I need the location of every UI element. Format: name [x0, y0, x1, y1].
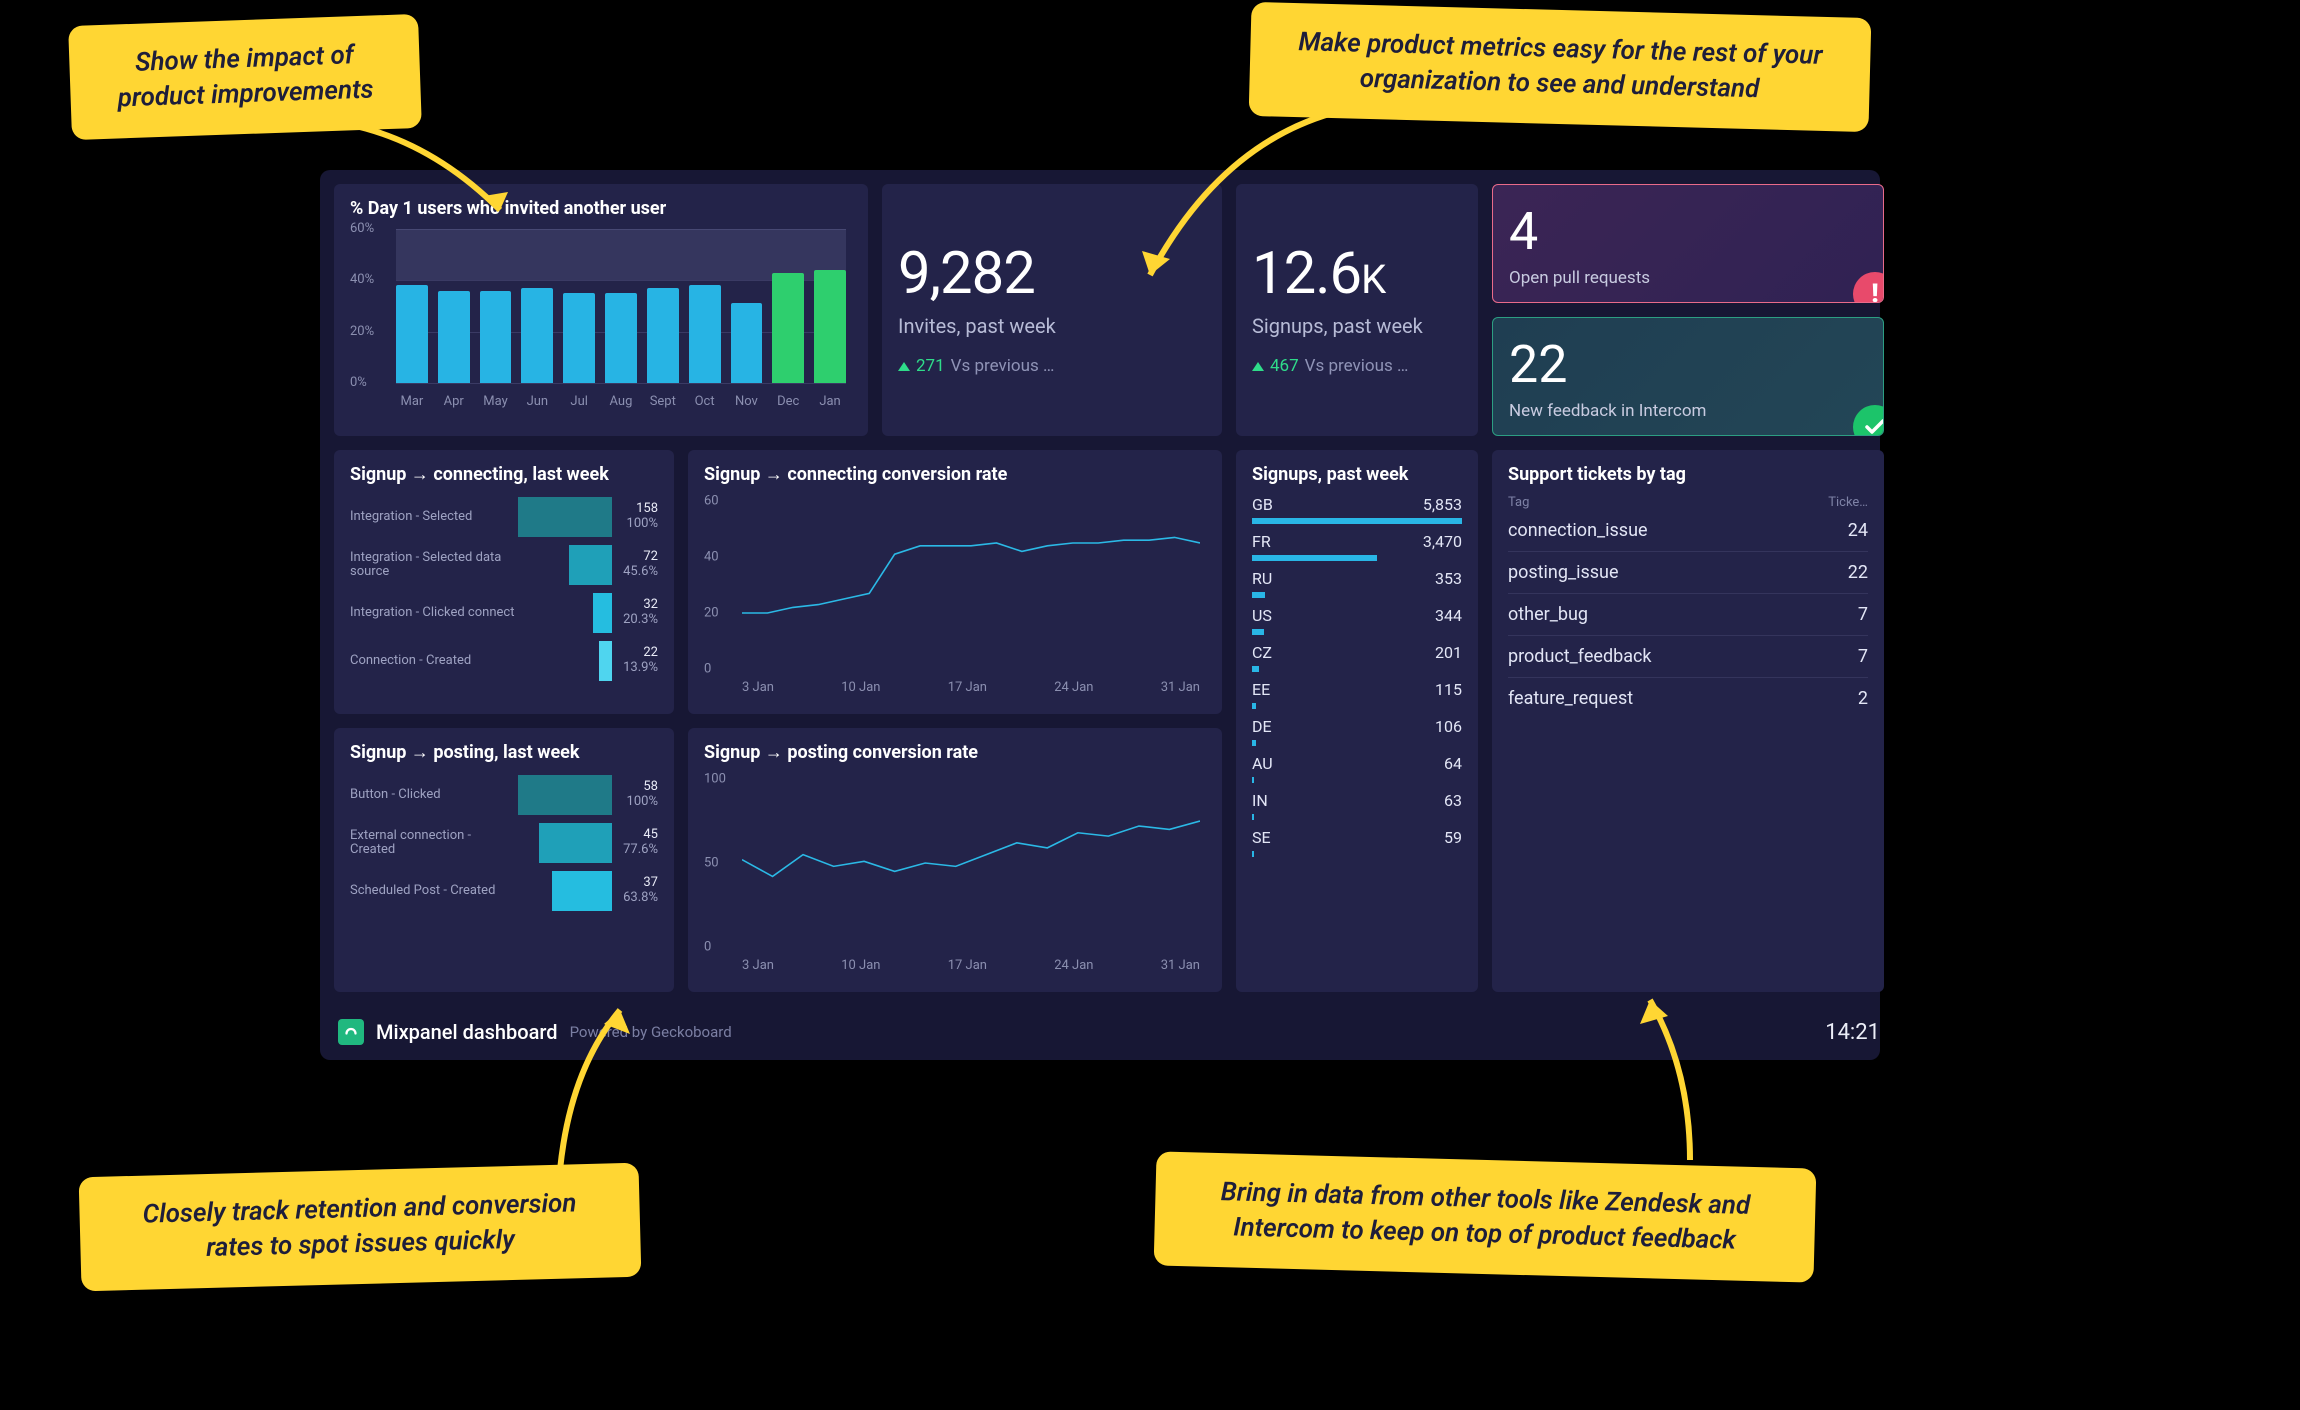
bar: [814, 270, 846, 383]
bar: [731, 303, 763, 383]
funnel-row: Integration - Selected 158100%: [350, 495, 658, 539]
country-row: IN63: [1252, 791, 1462, 820]
table-row: posting_issue22: [1508, 551, 1868, 593]
bar: [563, 293, 595, 383]
big-label: New feedback in Intercom: [1509, 401, 1867, 421]
country-row: US344: [1252, 606, 1462, 635]
big-label: Open pull requests: [1509, 268, 1867, 288]
funnel-row: Button - Clicked 58100%: [350, 773, 658, 817]
col-tag: Tag: [1508, 495, 1529, 510]
widget-title: Signup → connecting conversion rate: [704, 464, 1206, 485]
callout-bottom-left: Closely track retention and conversion r…: [79, 1163, 642, 1292]
kpi-delta-suffix: Vs previous …: [951, 356, 1055, 376]
country-row: SE59: [1252, 828, 1462, 857]
kpi-label: Signups, past week: [1252, 314, 1462, 338]
bar: [480, 291, 512, 383]
line-chart: 02040603 Jan10 Jan17 Jan24 Jan31 Jan: [704, 495, 1206, 695]
table-row: other_bug7: [1508, 593, 1868, 635]
country-row: GB5,853: [1252, 495, 1462, 524]
table-row: connection_issue24: [1508, 510, 1868, 551]
col-tickets: Ticke…: [1828, 495, 1868, 510]
dashboard-clock: 14:21: [1825, 1020, 1880, 1045]
table-row: product_feedback7: [1508, 635, 1868, 677]
widget-title: Signup → connecting, last week: [350, 464, 658, 485]
kpi-delta-value: 467: [1270, 356, 1299, 376]
dashboard-title: Mixpanel dashboard: [376, 1020, 558, 1044]
big-number: 4: [1509, 201, 1867, 262]
bar: [772, 273, 804, 383]
up-triangle-icon: [1252, 362, 1264, 371]
widget-new-feedback[interactable]: 22 New feedback in Intercom: [1492, 317, 1884, 436]
geckoboard-logo-icon: [338, 1019, 364, 1045]
widget-title: Signup → posting conversion rate: [704, 742, 1206, 763]
callout-top-left: Show the impact of product improvements: [68, 14, 422, 140]
bar: [605, 293, 637, 383]
kpi-delta-suffix: Vs previous …: [1305, 356, 1409, 376]
widget-funnel-connecting[interactable]: Signup → connecting, last week Integrati…: [334, 450, 674, 714]
funnel-row: Integration - Clicked connect 3220.3%: [350, 591, 658, 635]
widget-title: Signup → posting, last week: [350, 742, 658, 763]
widget-line-posting[interactable]: Signup → posting conversion rate 0501003…: [688, 728, 1222, 992]
country-row: RU353: [1252, 569, 1462, 598]
bar: [521, 288, 553, 383]
big-number: 22: [1509, 334, 1867, 395]
widget-support-tickets[interactable]: Support tickets by tag Tag Ticke… connec…: [1492, 450, 1884, 992]
table-header: Tag Ticke…: [1508, 495, 1868, 510]
country-row: EE115: [1252, 680, 1462, 709]
funnel-row: Connection - Created 2213.9%: [350, 639, 658, 683]
line-chart: 0501003 Jan10 Jan17 Jan24 Jan31 Jan: [704, 773, 1206, 973]
widget-funnel-posting[interactable]: Signup → posting, last week Button - Cli…: [334, 728, 674, 992]
callout-top-right: Make product metrics easy for the rest o…: [1249, 2, 1872, 132]
up-triangle-icon: [898, 362, 910, 371]
kpi-delta: 467 Vs previous …: [1252, 356, 1462, 376]
country-row: AU64: [1252, 754, 1462, 783]
arrow-bottom-right: [1540, 980, 1740, 1180]
arrow-top-right: [1090, 95, 1390, 315]
table-row: feature_request2: [1508, 677, 1868, 719]
bar: [396, 285, 428, 383]
country-row: FR3,470: [1252, 532, 1462, 561]
kpi-delta-value: 271: [916, 356, 945, 376]
bar-chart: 0%20%40%60% MarAprMayJunJulAugSeptOctNov…: [350, 229, 852, 409]
bar: [438, 291, 470, 383]
kpi-label: Invites, past week: [898, 314, 1206, 338]
widget-open-pull-requests[interactable]: 4 Open pull requests !: [1492, 184, 1884, 303]
widget-line-connecting[interactable]: Signup → connecting conversion rate 0204…: [688, 450, 1222, 714]
bar: [647, 288, 679, 383]
country-row: CZ201: [1252, 643, 1462, 672]
funnel-row: Scheduled Post - Created 3763.8%: [350, 869, 658, 913]
bar: [689, 285, 721, 383]
kpi-delta: 271 Vs previous …: [898, 356, 1206, 376]
widget-title: Support tickets by tag: [1508, 464, 1868, 485]
country-rows: GB5,853 FR3,470 RU353 US344 CZ201 EE115 …: [1252, 495, 1462, 857]
arrow-bottom-left: [540, 990, 740, 1190]
widget-title: Signups, past week: [1252, 464, 1462, 485]
funnel-rows: Integration - Selected 158100% Integrati…: [350, 495, 658, 683]
callout-bottom-right: Bring in data from other tools like Zend…: [1154, 1151, 1817, 1282]
funnel-row: External connection - Created 4577.6%: [350, 821, 658, 865]
country-row: DE106: [1252, 717, 1462, 746]
funnel-row: Integration - Selected data source 7245.…: [350, 543, 658, 587]
funnel-rows: Button - Clicked 58100% External connect…: [350, 773, 658, 913]
widget-signups-country[interactable]: Signups, past week GB5,853 FR3,470 RU353…: [1236, 450, 1478, 992]
